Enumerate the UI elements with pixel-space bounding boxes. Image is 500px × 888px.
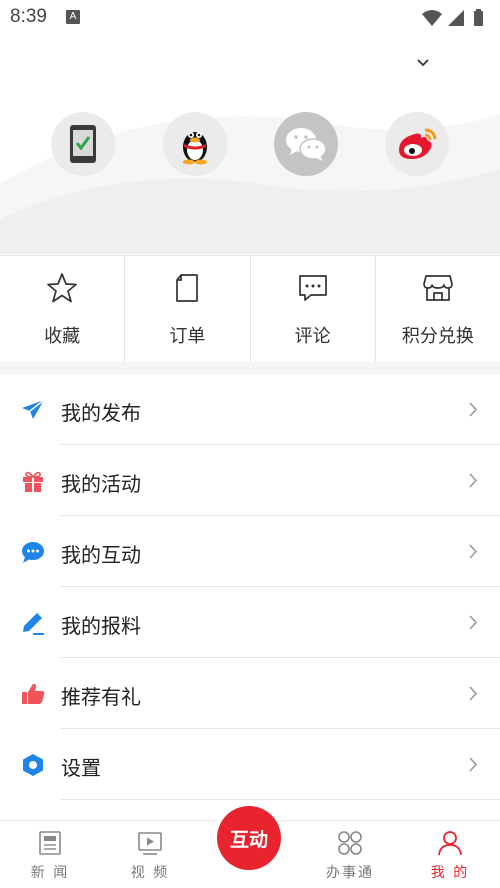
- qq-penguin-icon: [183, 132, 207, 165]
- chevron-right-icon: [469, 402, 478, 417]
- status-time: 8:39: [10, 6, 47, 27]
- menu-item-my-posts[interactable]: 我的发布: [0, 374, 500, 445]
- star-icon: [47, 273, 77, 303]
- status-indicators: [420, 8, 490, 32]
- settings-hexagon-icon: [23, 754, 43, 776]
- menu-item-label: 推荐有礼: [61, 685, 141, 709]
- chevron-right-icon: [469, 686, 478, 701]
- video-icon: [138, 832, 162, 855]
- menu-item-referral-rewards[interactable]: 推荐有礼: [0, 658, 500, 729]
- chevron-right-icon: [469, 473, 478, 488]
- chevron-right-icon: [469, 615, 478, 630]
- chevron-down-icon[interactable]: [413, 52, 433, 72]
- pencil-icon: [23, 613, 44, 635]
- battery-icon: [474, 9, 483, 26]
- weibo-icon: [399, 128, 437, 159]
- quick-action-label: 订单: [169, 326, 206, 347]
- chevron-right-icon: [469, 757, 478, 772]
- menu-item-my-interactions[interactable]: 我的互动: [0, 516, 500, 587]
- tab-label: 视 频: [130, 865, 170, 881]
- phone-login-button[interactable]: [51, 112, 115, 176]
- menu-item-label: 我的互动: [61, 543, 141, 567]
- comment-icon: [298, 275, 327, 301]
- notification-badge: A: [66, 10, 80, 24]
- menu-item-my-reports[interactable]: 我的报料: [0, 587, 500, 658]
- quick-action-comments[interactable]: 评论: [251, 256, 376, 362]
- quick-action-label: 积分兑换: [401, 326, 474, 347]
- newspaper-icon: [39, 831, 61, 855]
- phone-check-icon: [70, 125, 96, 163]
- quick-action-orders[interactable]: 订单: [125, 256, 251, 362]
- person-icon: [438, 831, 462, 856]
- status-bar: 8:39 A: [0, 0, 500, 34]
- quick-actions: 收藏 订单 评论 积分兑换: [0, 255, 500, 362]
- menu-item-label: 我的发布: [61, 401, 141, 425]
- qq-login-button[interactable]: [163, 112, 227, 176]
- quick-action-label: 收藏: [44, 326, 81, 347]
- signal-icon: [448, 10, 464, 26]
- quick-action-label: 评论: [294, 326, 331, 347]
- tab-label: 我 的: [430, 865, 470, 881]
- menu-item-label: 我的报料: [61, 614, 141, 638]
- gift-icon: [23, 471, 43, 492]
- grid-icon: [338, 831, 362, 855]
- store-icon: [423, 275, 453, 301]
- menu-item-settings[interactable]: 设置: [0, 729, 500, 800]
- divider: [60, 799, 500, 800]
- interaction-button[interactable]: 互动: [217, 806, 281, 870]
- tab-video[interactable]: 视 频: [100, 821, 200, 888]
- wifi-icon: [422, 10, 442, 26]
- login-header: [0, 34, 500, 254]
- document-icon: [176, 274, 199, 302]
- tab-news[interactable]: 新 闻: [0, 821, 100, 888]
- tab-label: 新 闻: [30, 865, 70, 881]
- menu-item-my-activities[interactable]: 我的活动: [0, 445, 500, 516]
- wechat-icon: [286, 128, 327, 161]
- menu-item-label: 设置: [61, 756, 101, 780]
- chat-bubble-icon: [22, 542, 44, 563]
- quick-action-points-redeem[interactable]: 积分兑换: [376, 256, 500, 362]
- interaction-tab[interactable]: 互动: [213, 802, 285, 874]
- chevron-right-icon: [469, 544, 478, 559]
- section-divider: [0, 362, 500, 374]
- profile-menu: 我的发布 我的活动 我的互动 我的报料 推荐有礼 设置: [0, 374, 500, 800]
- quick-action-favorites[interactable]: 收藏: [0, 256, 126, 362]
- tab-me[interactable]: 我 的: [400, 821, 500, 888]
- tab-services[interactable]: 办事通: [300, 821, 400, 888]
- paper-plane-icon: [22, 399, 45, 419]
- thumbs-up-icon: [22, 683, 45, 704]
- tab-label: 办事通: [326, 865, 374, 881]
- wechat-login-button[interactable]: [274, 112, 338, 176]
- weibo-login-button[interactable]: [385, 112, 449, 176]
- third-party-login: [0, 112, 500, 176]
- menu-item-label: 我的活动: [61, 472, 141, 496]
